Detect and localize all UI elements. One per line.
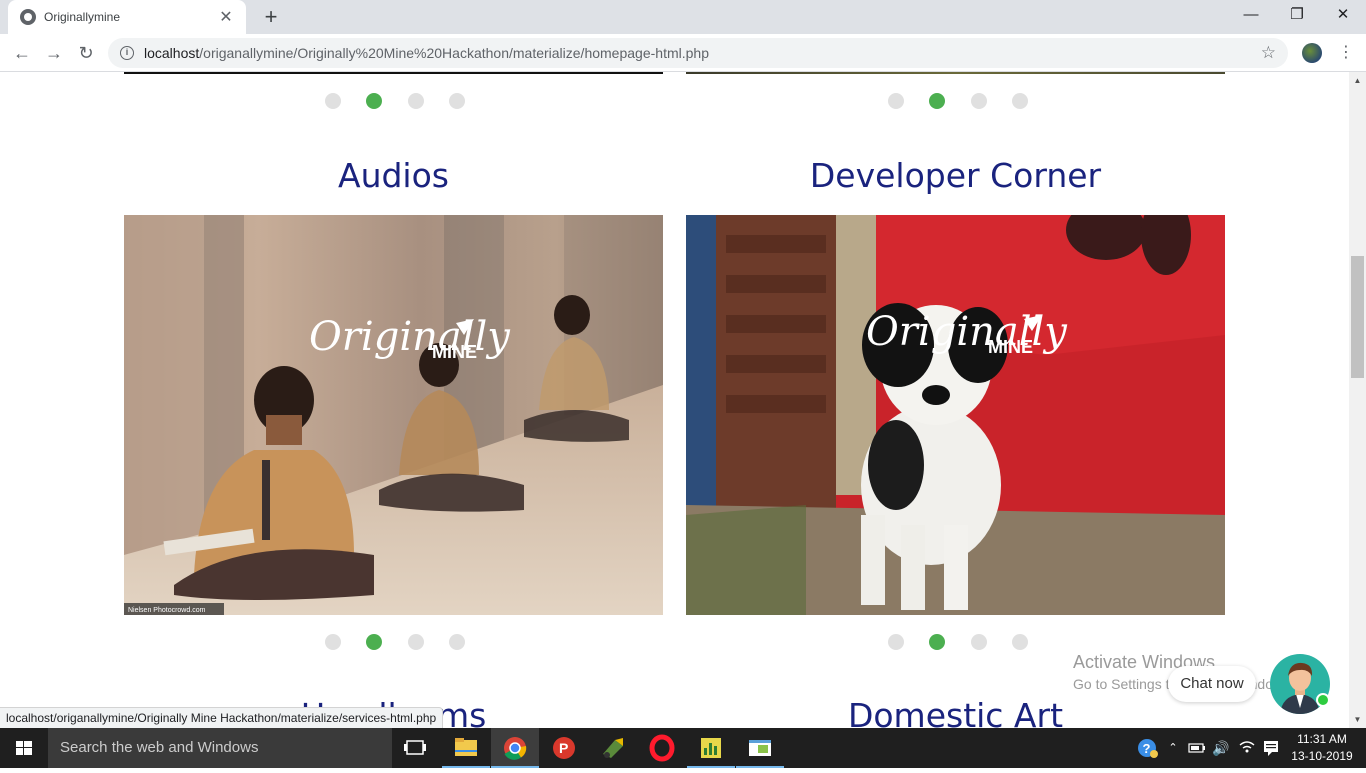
action-center-icon[interactable] (1260, 728, 1282, 768)
chrome-button[interactable] (491, 728, 539, 768)
system-clock[interactable]: 11:31 AM 13-10-2019 (1290, 731, 1354, 765)
battery-icon[interactable] (1186, 728, 1208, 768)
start-button[interactable] (0, 728, 48, 768)
chart-app-icon (701, 738, 721, 758)
question-icon: ? (1138, 739, 1158, 758)
carousel-dot-active[interactable] (366, 93, 383, 109)
help-tray-icon[interactable]: ? (1134, 728, 1160, 768)
folder-icon (455, 738, 477, 756)
chrome-icon (504, 737, 527, 760)
close-window-button[interactable]: ✕ (1320, 0, 1366, 30)
clock-time: 11:31 AM (1297, 732, 1347, 746)
scroll-down-arrow-icon[interactable]: ▼ (1349, 711, 1366, 728)
windows-taskbar: Search the web and Windows P ? ⌃ 🔊 11:31… (0, 728, 1366, 768)
carousel-dot[interactable] (448, 634, 465, 650)
carousel-dot[interactable] (325, 634, 341, 650)
carousel-dot[interactable] (888, 634, 904, 650)
carousel-dot[interactable] (1011, 634, 1028, 650)
app-window-button[interactable] (736, 728, 784, 768)
browser-tab[interactable]: Originallymine ✕ (8, 0, 246, 34)
prev-carousel-image-right (686, 72, 1225, 74)
back-button[interactable]: ← (8, 40, 36, 66)
opera-icon (649, 734, 675, 762)
minimize-button[interactable]: — (1228, 0, 1274, 30)
section-title-domestic-art: Domestic Art (847, 696, 1064, 728)
window-app-icon (749, 740, 771, 756)
page-viewport: Audios Developer Corner Nielsen Photocro… (0, 72, 1349, 728)
originally-mine-logo: Originally MINE (309, 314, 511, 362)
carousel-indicators-audios (325, 634, 465, 650)
wifi-shape (1239, 741, 1255, 753)
taskbar-search-box[interactable]: Search the web and Windows (48, 728, 392, 768)
carousel-dot[interactable] (1011, 93, 1028, 109)
show-hidden-icons-chevron-icon[interactable]: ⌃ (1164, 728, 1182, 768)
marker-app-icon (603, 738, 623, 758)
file-explorer-button[interactable] (442, 728, 490, 768)
chat-now-bubble[interactable]: Chat now (1168, 666, 1256, 702)
profile-avatar[interactable] (1302, 43, 1322, 63)
carousel-dot[interactable] (407, 634, 424, 650)
online-status-indicator (1316, 693, 1330, 707)
app-chart-button[interactable] (687, 728, 735, 768)
section-title-developer-corner: Developer Corner (809, 156, 1102, 195)
svg-text:P: P (559, 740, 568, 756)
logo-script-text: Originally (309, 314, 511, 360)
carousel-dot-active[interactable] (366, 634, 383, 650)
task-view-icon (404, 740, 426, 755)
reload-button[interactable]: ↻ (72, 40, 100, 66)
carousel-dot[interactable] (448, 93, 465, 109)
url-host: localhost (144, 45, 200, 61)
carousel-indicators-top-right (888, 93, 1028, 109)
wifi-icon[interactable] (1236, 728, 1258, 768)
tab-close-icon[interactable]: ✕ (216, 7, 236, 27)
url-text[interactable]: localhost/origanallymine/Originally%20Mi… (144, 45, 1261, 61)
logo-caps-text: MINE (432, 342, 477, 362)
logo-caps-text: MINE (988, 337, 1033, 357)
app-p-button[interactable]: P (540, 728, 588, 768)
forward-button[interactable]: → (40, 40, 68, 66)
globe-icon (20, 9, 36, 25)
volume-icon[interactable]: 🔊 (1210, 728, 1232, 768)
info-icon[interactable]: i (120, 46, 134, 60)
status-url-bar: localhost/origanallymine/Originally Mine… (0, 707, 444, 728)
app-marker-button[interactable] (589, 728, 637, 768)
prev-carousel-image-left (124, 72, 663, 74)
svg-text:?: ? (1143, 741, 1151, 756)
tab-title: Originallymine (44, 10, 121, 24)
carousel-dot[interactable] (325, 93, 341, 109)
carousel-dot[interactable] (970, 634, 987, 650)
originally-mine-logo: Originally MINE (866, 309, 1068, 357)
url-path: /origanallymine/Originally%20Mine%20Hack… (199, 45, 709, 61)
carousel-dot-active[interactable] (929, 93, 946, 109)
clock-date: 13-10-2019 (1291, 749, 1353, 763)
browser-menu-icon[interactable]: ⋮ (1338, 42, 1354, 64)
carousel-dot-active[interactable] (929, 634, 946, 650)
bookmark-star-icon[interactable]: ☆ (1261, 43, 1276, 63)
p-app-icon: P (553, 737, 575, 759)
browser-toolbar: ← → ↻ i localhost/origanallymine/Origina… (0, 34, 1366, 72)
new-tab-button[interactable]: + (258, 4, 284, 30)
address-bar[interactable]: i localhost/origanallymine/Originally%20… (108, 38, 1288, 68)
task-view-button[interactable] (392, 728, 440, 768)
carousel-dot[interactable] (970, 93, 987, 109)
scrollbar-thumb[interactable] (1351, 256, 1364, 378)
carousel-dot[interactable] (888, 93, 904, 109)
tab-bar: Originallymine ✕ + — ❐ ✕ (0, 0, 1366, 34)
developer-corner-carousel-image[interactable]: Originally MINE (686, 215, 1225, 615)
restore-button[interactable]: ❐ (1274, 0, 1320, 30)
windows-logo-icon (16, 741, 32, 755)
carousel-indicators-top-left (325, 93, 465, 109)
notification-shape (1264, 741, 1278, 756)
audios-carousel-image[interactable]: Nielsen Photocrowd.com Originally MINE (124, 215, 663, 615)
page-scrollbar[interactable]: ▲ ▼ (1349, 72, 1366, 728)
scroll-up-arrow-icon[interactable]: ▲ (1349, 72, 1366, 89)
battery-shape (1188, 743, 1205, 753)
carousel-indicators-developer-corner (888, 634, 1028, 650)
carousel-dot[interactable] (407, 93, 424, 109)
opera-button[interactable] (638, 728, 686, 768)
section-title-audios: Audios (338, 156, 449, 195)
